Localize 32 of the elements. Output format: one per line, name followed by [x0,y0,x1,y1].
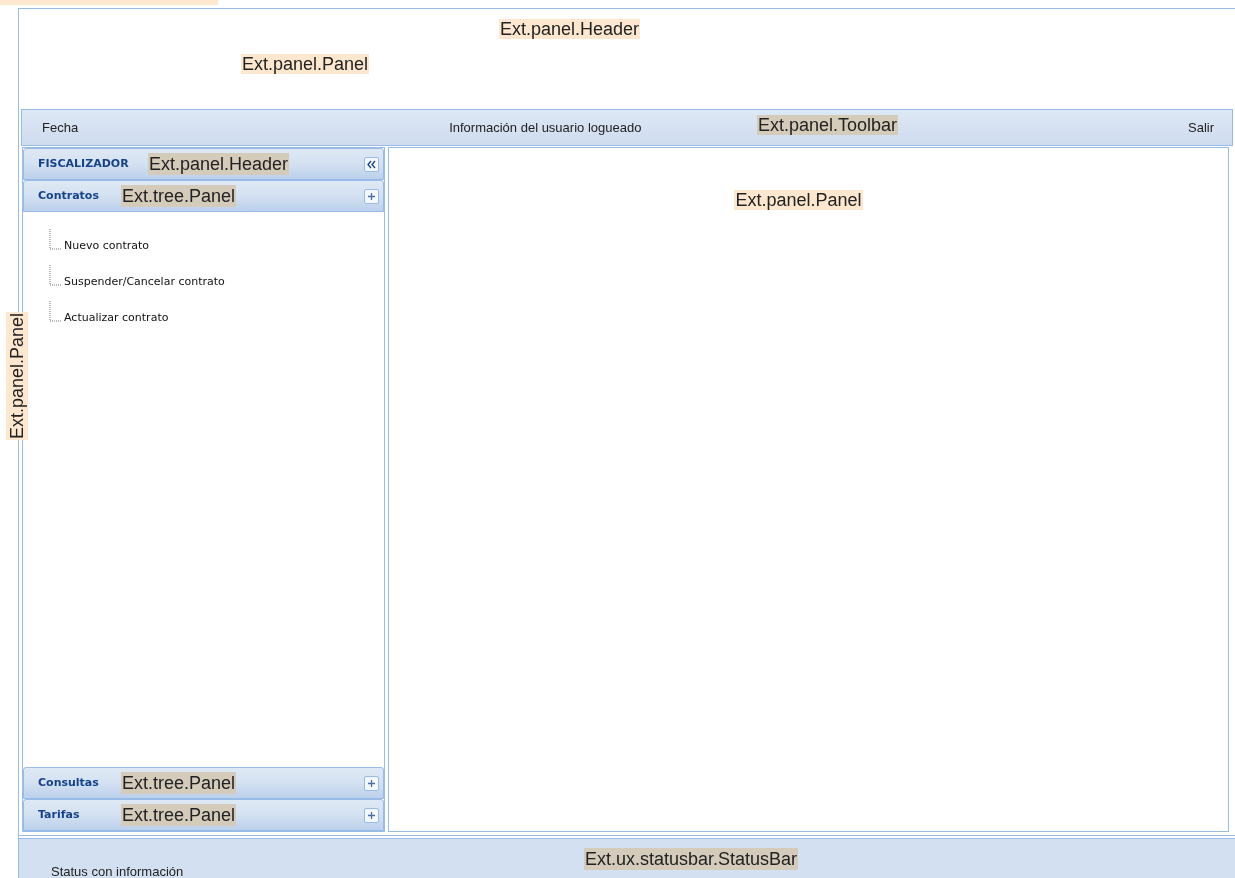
status-text: Status con información [51,863,185,878]
expand-icon[interactable] [364,807,379,823]
panel-title: Consultas [38,774,100,791]
accordion-header[interactable]: Contratos Ext.tree.Panel [23,180,384,212]
toolbar-text: Fecha [42,118,79,137]
accordion-header[interactable]: FISCALIZADOR Ext.panel.Header [23,148,384,180]
accordion-header[interactable]: Tarifas Ext.tree.Panel [23,799,384,831]
panel-title: Contratos [38,187,100,204]
annotation-label: Ext.panel.Header [499,19,641,39]
tree-item[interactable]: Actualizar contrato [64,309,169,326]
tree-item[interactable]: Nuevo contrato [64,237,150,254]
annotation-label: Ext.tree.Panel [121,772,237,794]
accordion-header[interactable]: Consultas Ext.tree.Panel [23,767,384,799]
annotation-label: Ext.panel.Toolbar [757,115,899,135]
panel-title: FISCALIZADOR [38,155,130,172]
annotation-label: Ext.panel.Header [148,153,290,175]
tree-connector-icon [49,265,61,287]
toolbar-text: Información del usuario logueado [449,118,642,137]
tree-connector-icon [49,229,61,251]
tree-item[interactable]: Suspender/Cancelar contrato [64,273,225,290]
tree-connector-icon [49,301,61,323]
sidebar-annotation-label: Ext.panel.Panel [6,312,28,441]
annotation-label: Ext.panel.Panel [734,190,863,210]
annotation-label: Ext.panel.Panel [241,54,370,74]
annotation-label: Ext.ux.statusbar.StatusBar [584,848,799,870]
expand-icon[interactable] [364,775,379,791]
expand-icon[interactable] [364,188,379,204]
panel-title: Tarifas [38,806,81,823]
annotation-label: Ext.tree.Panel [121,804,237,826]
collapse-icon[interactable] [364,156,379,172]
annotation-label: Ext.tree.Panel [121,185,237,207]
toolbar-text[interactable]: Salir [1188,117,1214,138]
